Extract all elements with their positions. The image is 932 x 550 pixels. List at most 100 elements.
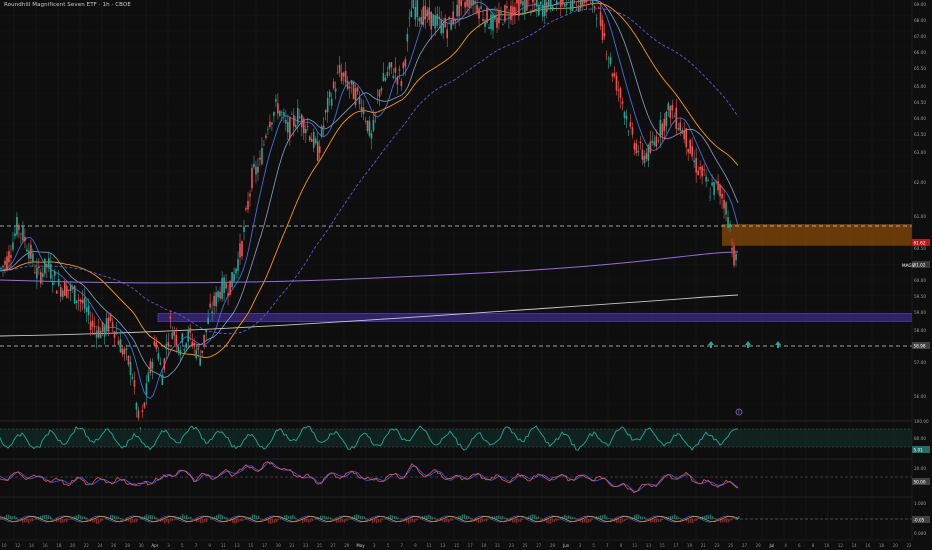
macd-histogram-bar <box>486 519 488 522</box>
macd-histogram-bar <box>548 519 550 524</box>
candle-body <box>611 73 614 77</box>
candle-body <box>382 72 385 82</box>
macd-histogram-bar <box>478 519 480 524</box>
price-axis-label: 66.00 <box>914 50 926 55</box>
candle-body <box>8 251 10 263</box>
candle-body <box>464 1 466 8</box>
candle-body <box>577 7 580 12</box>
trading-chart[interactable]: F 69.0068.0067.0066.0065.5065.0064.5064.… <box>0 0 932 550</box>
candle-body <box>410 11 413 18</box>
candle-body <box>653 141 656 145</box>
chart-title: Roundhill Magnificent Seven ETF · 1h · C… <box>4 2 131 8</box>
candle-body <box>438 16 441 19</box>
candle-body <box>388 62 391 70</box>
candle-body <box>241 241 243 257</box>
macd-histogram-bar <box>506 517 508 519</box>
candle-body <box>356 87 359 92</box>
candle-body <box>619 88 622 98</box>
candle-body <box>735 253 737 261</box>
macd-histogram-bar <box>202 519 204 524</box>
candle-body <box>494 16 496 20</box>
candle-body <box>412 0 415 9</box>
macd-histogram-bar <box>690 519 692 523</box>
macd-histogram-bar <box>532 514 534 519</box>
candle-body <box>129 362 132 375</box>
candle-body <box>121 348 124 355</box>
macd-histogram-bar <box>220 514 222 519</box>
candle-body <box>32 253 34 263</box>
macd-histogram-bar <box>434 517 436 519</box>
macd-histogram-bar <box>244 519 246 520</box>
candle-body <box>693 160 695 163</box>
candle-body <box>444 18 446 28</box>
macd-histogram-bar <box>530 515 532 519</box>
last-price-tag: 61.02 <box>914 263 926 268</box>
macd-histogram-bar <box>30 519 32 522</box>
candle-body <box>243 226 245 232</box>
candle-body <box>733 246 735 266</box>
time-axis-label: 10 <box>1 543 7 548</box>
price-axis-label: 100.00 <box>914 419 929 424</box>
macd-histogram-bar <box>514 519 516 523</box>
macd-histogram-bar <box>468 516 470 519</box>
time-axis[interactable]: 10 12 14 16 18 20 22 24 26 28 30 Apr 3 5 7 9 11 13 15 17 19 2… <box>0 539 932 550</box>
candle-body <box>645 153 648 159</box>
macd-histogram-bar <box>416 519 418 521</box>
candle-body <box>460 0 462 7</box>
macd-histogram-bar <box>444 519 446 523</box>
candle-body <box>384 77 387 81</box>
candle-body <box>440 19 443 34</box>
macd-histogram-bar <box>148 515 150 519</box>
macd-histogram-bar <box>154 516 156 519</box>
candle-body <box>448 17 450 20</box>
macd-histogram-bar <box>582 519 584 523</box>
macd-histogram-bar <box>226 517 228 519</box>
price-axis-label: 61.00 <box>914 214 926 219</box>
candle-body <box>306 126 309 127</box>
macd-histogram-bar <box>252 514 254 519</box>
candle-body <box>59 287 62 297</box>
macd-histogram-bar <box>450 519 452 521</box>
macd-histogram-bar <box>378 519 380 523</box>
candle-body <box>109 313 112 321</box>
macd-histogram-bar <box>256 515 258 519</box>
macd-histogram-bar <box>206 519 208 523</box>
candle-body <box>673 116 676 118</box>
macd-histogram-bar <box>96 519 98 524</box>
candle-body <box>422 6 425 25</box>
candle-body <box>269 121 271 127</box>
candle-body <box>470 0 472 6</box>
candle-body <box>193 342 196 347</box>
macd-histogram-bar <box>704 515 706 519</box>
candle-body <box>396 76 399 85</box>
purple-support-zone <box>157 313 913 322</box>
time-axis-label: 11 <box>427 543 433 548</box>
time-axis-label: 22 <box>906 543 912 548</box>
candle-body <box>510 5 512 21</box>
candle-body <box>446 29 448 39</box>
candle-body <box>559 0 562 7</box>
macd-histogram-bar <box>654 519 656 523</box>
candle-body <box>167 341 170 346</box>
candle-body <box>352 81 355 100</box>
price-axis-label: 60.50 <box>914 246 926 251</box>
macd-histogram-bar <box>320 515 322 519</box>
candle-body <box>285 119 287 124</box>
macd-histogram-bar <box>550 519 552 524</box>
candle-body <box>89 321 92 330</box>
macd-histogram-bar <box>410 519 412 523</box>
candle-body <box>71 287 74 290</box>
candle-body <box>434 15 437 29</box>
macd-histogram-bar <box>258 515 260 519</box>
macd-histogram-bar <box>446 519 448 523</box>
time-axis-label: 13 <box>235 543 241 548</box>
candle-body <box>659 119 662 138</box>
candle-body <box>165 344 168 350</box>
macd-histogram-bar <box>374 519 376 523</box>
macd-histogram-bar <box>216 515 218 519</box>
macd-histogram-bar <box>362 515 364 519</box>
candle-body <box>316 141 319 161</box>
price-axis-label: 56.00 <box>914 394 926 399</box>
candle-body <box>24 236 26 242</box>
macd-histogram-bar <box>32 519 34 522</box>
